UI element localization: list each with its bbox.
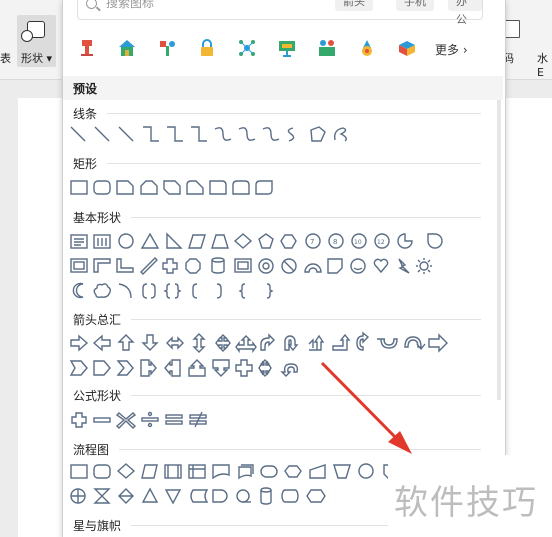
watermark: 软件技巧 — [388, 455, 552, 537]
red-arrow-shaft — [320, 361, 400, 442]
watermark-text: 软件技巧 — [394, 483, 538, 523]
